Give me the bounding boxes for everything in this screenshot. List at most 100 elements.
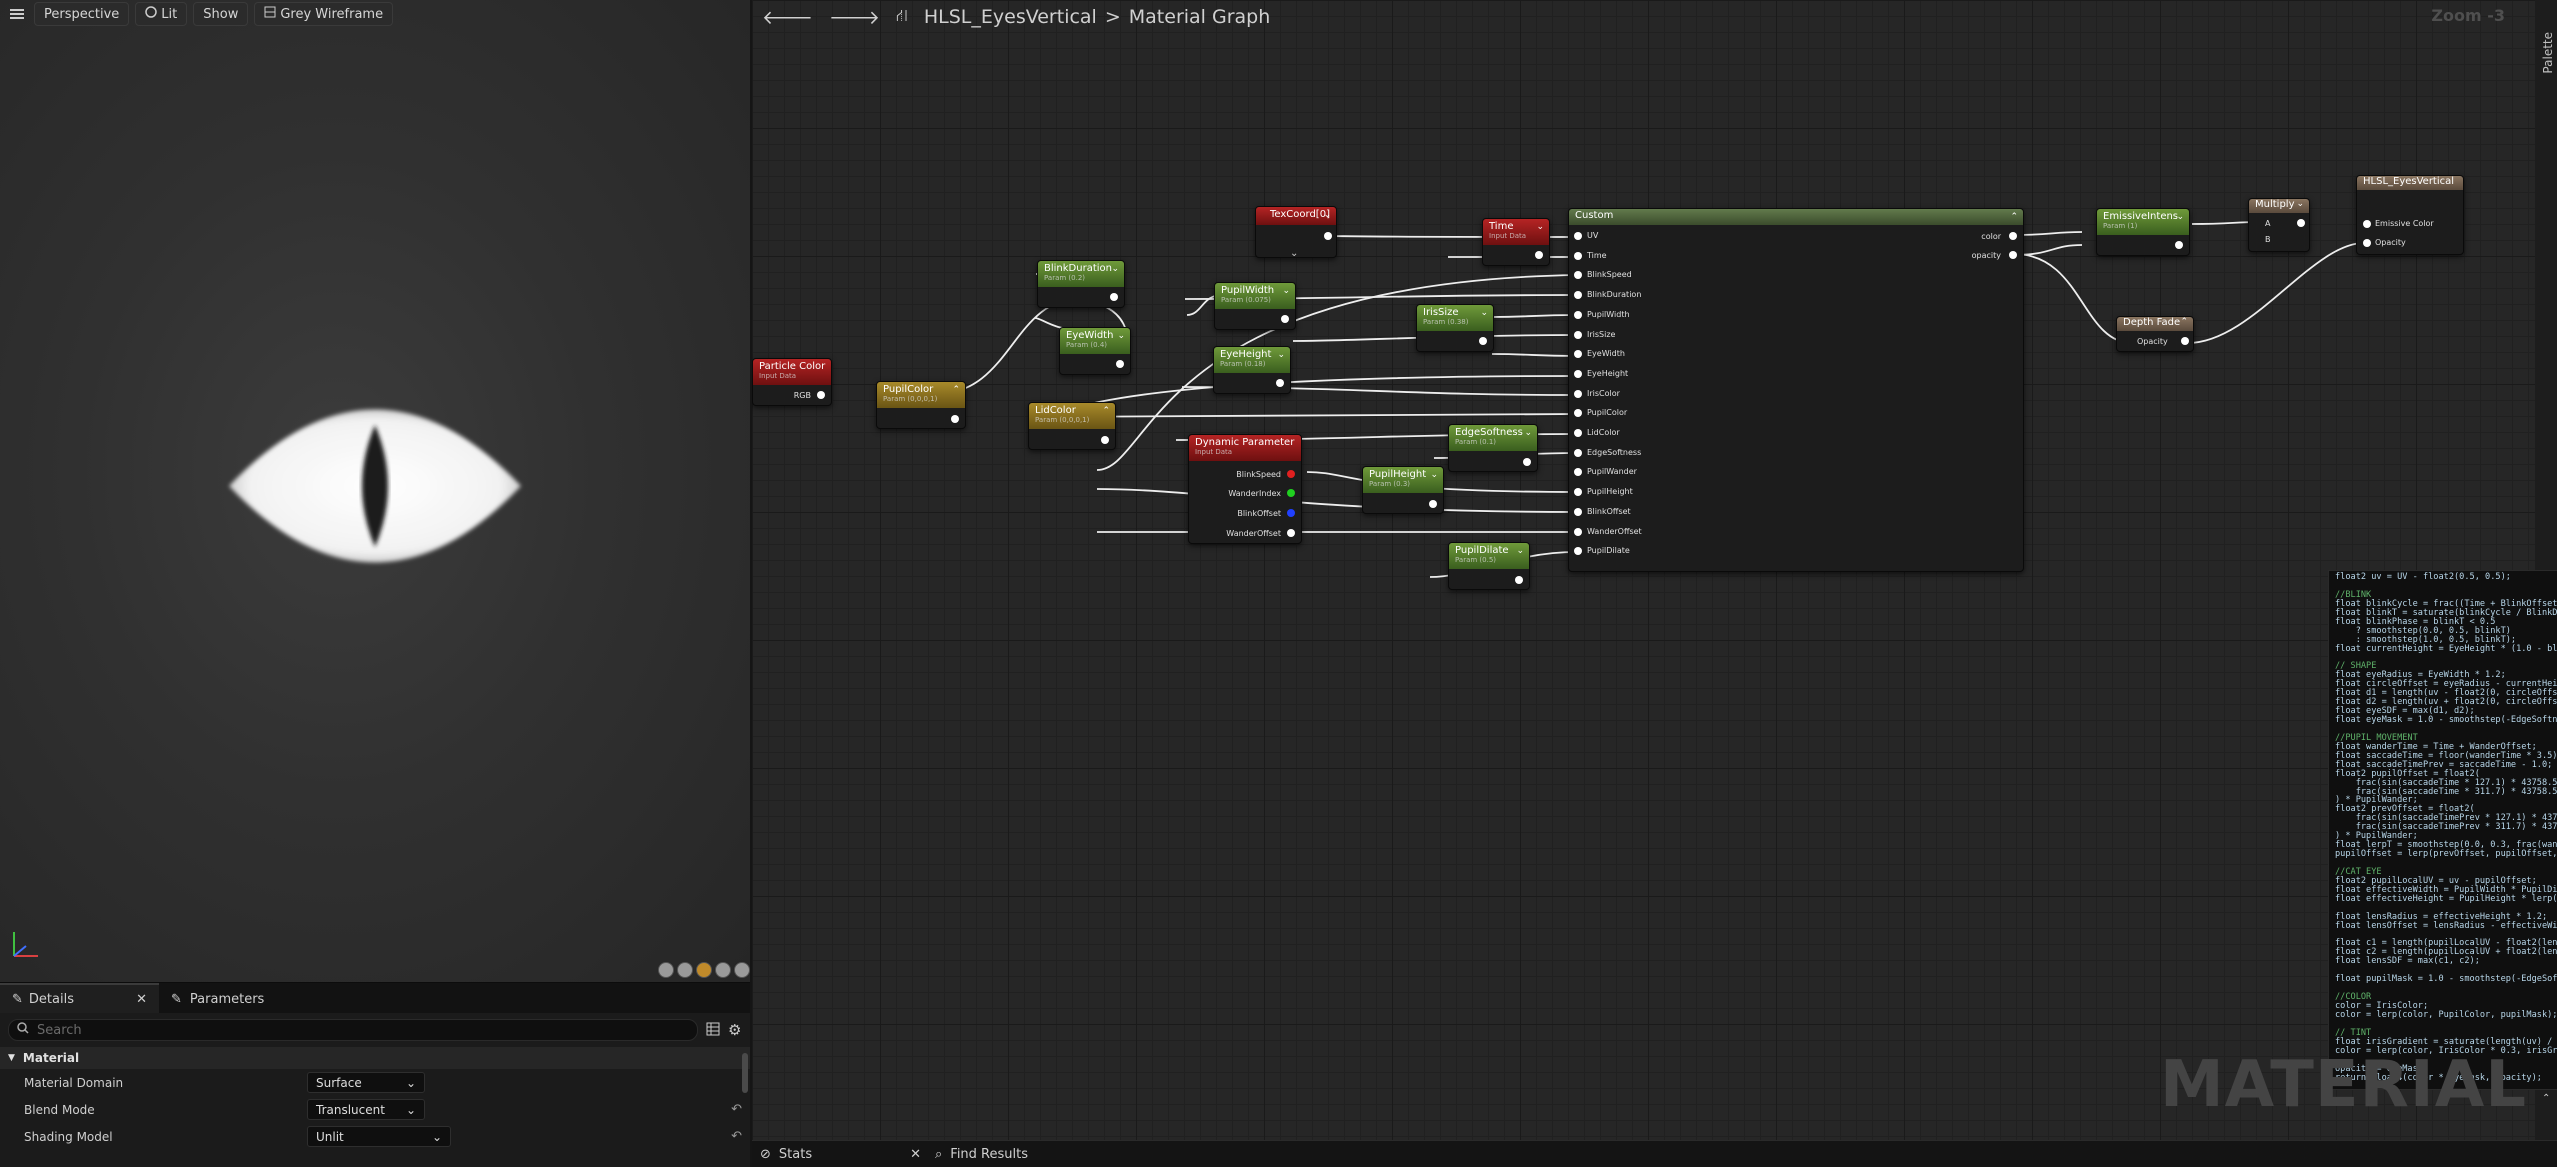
output-pin[interactable] (1479, 337, 1487, 345)
output-pin[interactable] (1535, 251, 1543, 259)
output-pin[interactable] (1515, 576, 1523, 584)
custom-input-pin[interactable] (1574, 232, 1582, 240)
node-pupil-color[interactable]: PupilColor Param (0,0,0,1) ⌃ (876, 381, 966, 429)
custom-input-pin[interactable] (1574, 527, 1582, 536)
output-pin[interactable] (1287, 529, 1295, 537)
tab-parameters[interactable]: ✎ Parameters (159, 985, 276, 1013)
cylinder-icon[interactable] (658, 962, 674, 978)
custom-input-pin[interactable] (1574, 448, 1582, 457)
input-pin[interactable] (2363, 239, 2371, 247)
chevron-down-icon[interactable]: ⌄ (1430, 470, 1438, 480)
custom-mesh-icon[interactable] (734, 962, 750, 978)
tab-stats[interactable]: ⊘ Stats ✕ (760, 1147, 921, 1162)
chevron-down-icon[interactable]: ⌄ (1480, 308, 1488, 318)
lit-button[interactable]: Lit (135, 2, 188, 26)
node-multiply[interactable]: Multiply ⌄ A B (2248, 198, 2310, 252)
node-time[interactable]: Time Input Data ⌄ (1482, 218, 1550, 266)
sphere-icon[interactable] (677, 962, 693, 978)
node-particle-color[interactable]: Particle Color Input Data RGB (752, 358, 832, 406)
node-eye-width[interactable]: EyeWidth Param (0.4) ⌄ (1059, 327, 1131, 375)
collapse-arrow-icon[interactable]: ⌃ (2542, 1093, 2550, 1104)
node-edge-softness[interactable]: EdgeSoftness Param (0.1) ⌄ (1448, 424, 1538, 472)
output-pin[interactable] (817, 391, 825, 399)
custom-input-pin[interactable] (1574, 350, 1582, 359)
reset-arrow-icon[interactable]: ↶ (731, 1102, 742, 1117)
output-pin[interactable] (2175, 241, 2183, 249)
chevron-down-icon[interactable]: ⌄ (1282, 286, 1290, 296)
chevron-down-icon[interactable]: ⌄ (1516, 546, 1524, 556)
node-pupil-height[interactable]: PupilHeight Param (0.3) ⌄ (1362, 466, 1444, 514)
output-pin[interactable] (2009, 251, 2017, 259)
node-eye-height[interactable]: EyeHeight Param (0.18) ⌄ (1213, 346, 1291, 394)
input-pin[interactable] (2363, 220, 2371, 228)
plane-icon[interactable] (696, 962, 712, 978)
chevron-down-icon[interactable]: ⌄ (2296, 199, 2304, 209)
custom-input-pin[interactable] (1574, 271, 1582, 280)
hlsl-code-editor[interactable]: float2 uv = UV - float2(0.5, 0.5);//BLIN… (2328, 570, 2557, 1090)
chevron-down-icon[interactable]: ⌄ (2176, 212, 2184, 222)
chevron-up-icon[interactable]: ⌃ (2010, 212, 2018, 222)
material-graph-canvas[interactable]: 🡐 🡒 ⛙ HLSL_EyesVertical > Material Graph… (752, 0, 2557, 1140)
chevron-up-icon[interactable]: ⌃ (1102, 406, 1110, 416)
custom-input-pin[interactable] (1574, 507, 1582, 516)
node-depth-fade[interactable]: Depth Fade ⌃ Opacity (2116, 316, 2194, 352)
output-pin[interactable] (1523, 458, 1531, 466)
output-pin[interactable] (951, 415, 959, 423)
custom-input-pin[interactable] (1574, 409, 1582, 418)
gear-icon[interactable]: ⚙ (728, 1021, 741, 1039)
details-scrollbar[interactable] (742, 1053, 748, 1093)
chevron-down-icon[interactable]: ⌄ (1524, 428, 1532, 438)
node-blink-duration[interactable]: BlinkDuration Param (0.2) ⌄ (1037, 260, 1125, 308)
node-texcoord[interactable]: TexCoord[0] ⌄ ⌄ (1255, 206, 1337, 259)
show-button[interactable]: Show (193, 2, 249, 26)
chevron-up-icon[interactable]: ⌃ (2180, 317, 2188, 327)
node-result[interactable]: HLSL_EyesVertical Emissive Color Opacity (2356, 175, 2464, 255)
custom-input-pin[interactable] (1574, 330, 1582, 339)
chevron-down-icon[interactable]: ⌄ (1277, 350, 1285, 360)
wireframe-button[interactable]: Grey Wireframe (254, 2, 394, 26)
material-category[interactable]: ▼ Material (0, 1047, 750, 1069)
chevron-down-icon[interactable]: ⌄ (1117, 331, 1125, 341)
cube-icon[interactable] (715, 962, 731, 978)
custom-input-pin[interactable] (1574, 389, 1582, 398)
node-iris-size[interactable]: IrisSize Param (0.38) ⌄ (1416, 304, 1494, 352)
output-pin[interactable] (1324, 232, 1332, 240)
table-view-icon[interactable] (706, 1021, 720, 1040)
output-pin[interactable] (1281, 315, 1289, 323)
node-pupil-width[interactable]: PupilWidth Param (0.075) ⌄ (1214, 282, 1296, 330)
hamburger-icon[interactable] (6, 3, 28, 25)
close-icon[interactable]: ✕ (136, 992, 147, 1007)
shading-model-combo[interactable]: Unlit ⌄ (307, 1126, 451, 1147)
output-pin[interactable] (2009, 232, 2017, 240)
details-search-input[interactable]: Search (8, 1019, 698, 1041)
custom-input-pin[interactable] (1574, 547, 1582, 556)
output-pin[interactable] (1287, 509, 1295, 517)
node-emissive-intens[interactable]: EmissiveIntens Param (1) ⌄ (2096, 208, 2190, 256)
output-pin[interactable] (2181, 337, 2189, 345)
custom-input-pin[interactable] (1574, 251, 1582, 260)
output-pin[interactable] (1101, 436, 1109, 444)
output-pin[interactable] (1429, 500, 1437, 508)
custom-input-pin[interactable] (1574, 429, 1582, 437)
output-pin[interactable] (1276, 379, 1284, 387)
node-pupil-dilate[interactable]: PupilDilate Param (0.5) ⌄ (1448, 542, 1530, 590)
reset-arrow-icon[interactable]: ↶ (731, 1129, 742, 1144)
output-pin[interactable] (1116, 360, 1124, 368)
custom-input-pin[interactable] (1574, 468, 1582, 477)
material-preview-viewport[interactable]: Perspective Lit Show Grey Wireframe (0, 0, 750, 982)
node-dynamic-parameter[interactable]: Dynamic Parameter Input Data BlinkSpeed W… (1188, 434, 1302, 544)
custom-input-pin[interactable] (1574, 310, 1582, 319)
custom-input-pin[interactable] (1574, 369, 1582, 378)
tab-details[interactable]: ✎ Details ✕ (0, 983, 159, 1013)
node-custom[interactable]: Custom ⌃ UV Time BlinkSpeed BlinkDuration Pup… (1568, 208, 2024, 572)
custom-input-pin[interactable] (1574, 488, 1582, 497)
chevron-down-icon[interactable]: ⌄ (1111, 264, 1119, 274)
output-pin[interactable] (1110, 293, 1118, 301)
tab-find-results[interactable]: ⌕ Find Results (935, 1147, 1028, 1162)
blend-mode-combo[interactable]: Translucent ⌄ (307, 1099, 425, 1120)
chevron-down-icon[interactable]: ⌄ (1536, 222, 1544, 232)
chevron-up-icon[interactable]: ⌃ (952, 385, 960, 395)
close-icon[interactable]: ✕ (910, 1147, 921, 1162)
custom-input-pin[interactable] (1574, 291, 1582, 300)
output-pin[interactable] (1287, 489, 1295, 497)
